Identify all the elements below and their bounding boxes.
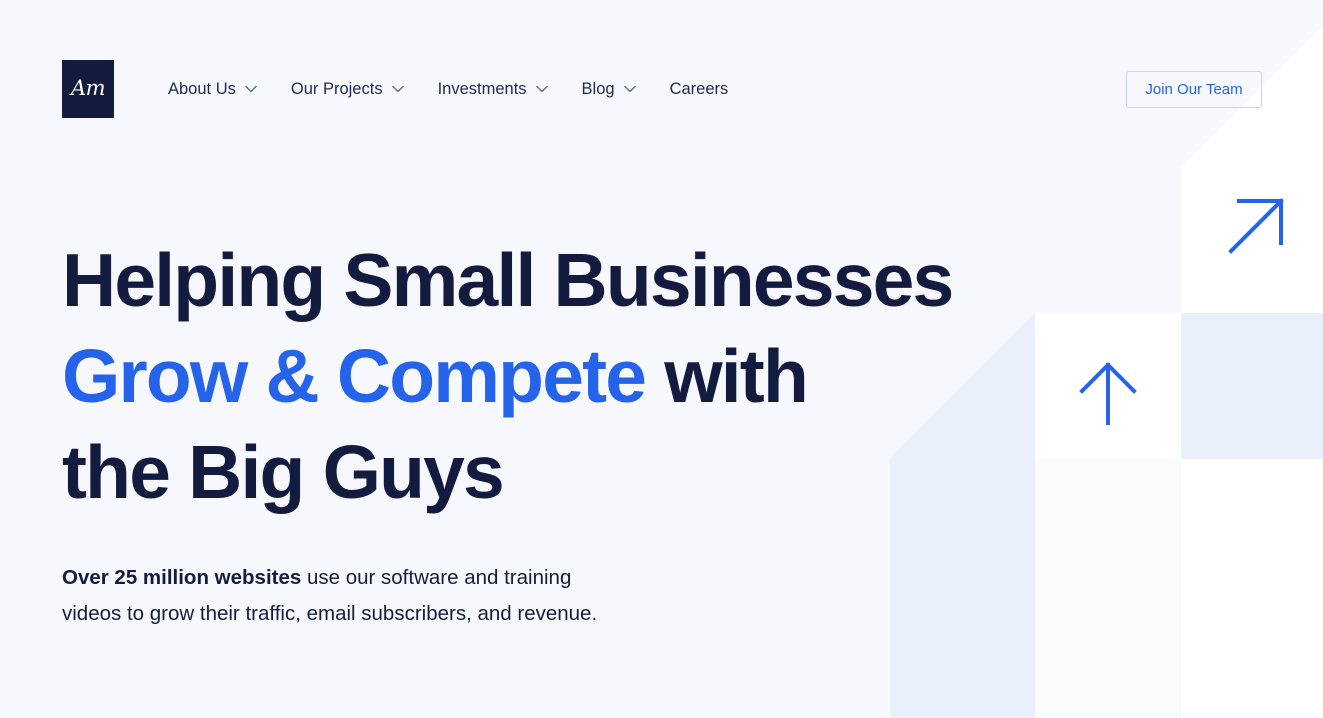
join-our-team-button[interactable]: Join Our Team [1126,71,1262,108]
nav-label: Careers [669,80,729,98]
hero-section: Helping Small Businesses Grow & Compete … [62,232,962,632]
headline-accent: Grow & Compete [62,334,647,418]
nav-label: Blog [581,80,615,98]
decor-tile-arrow-up-right [1181,167,1323,313]
headline-line-1: Helping Small Businesses [62,238,954,322]
nav-item-blog[interactable]: Blog [582,78,636,100]
decor-tile-white-bottom-right [1181,459,1323,718]
chevron-down-icon [535,85,548,93]
subcopy-highlight: Over 25 million websites [62,566,302,589]
hero-subcopy: Over 25 million websites use our softwar… [62,560,622,632]
nav-item-our-projects[interactable]: Our Projects [291,78,404,100]
nav-item-investments[interactable]: Investments [438,78,548,100]
chevron-down-icon [391,85,404,93]
page-title: Helping Small Businesses Grow & Compete … [62,232,962,520]
logo-text: Am [70,75,106,100]
nav-label: Our Projects [290,80,383,98]
decor-tile-lavender-mid [1181,313,1323,459]
arrow-up-icon [1079,362,1137,425]
nav-item-careers[interactable]: Careers [670,78,729,100]
main-navigation: About Us Our Projects Investments Blog C [168,78,728,100]
site-header: Am About Us Our Projects Investments Blo… [0,0,1323,150]
decor-tile-top-right-fill [1181,167,1323,313]
logo[interactable]: Am [62,60,114,118]
chevron-down-icon [245,85,257,93]
decor-tile-arrow-up [1035,313,1181,459]
arrow-up-right-icon [1228,198,1284,254]
nav-label: About Us [168,80,236,98]
decor-tile-faint-bottom-mid [1035,459,1181,718]
chevron-down-icon [623,85,636,93]
headline-line-3: the Big Guys [62,430,505,514]
headline-line-2-rest: with [645,334,809,418]
nav-item-about-us[interactable]: About Us [168,78,257,100]
nav-label: Investments [437,80,527,98]
